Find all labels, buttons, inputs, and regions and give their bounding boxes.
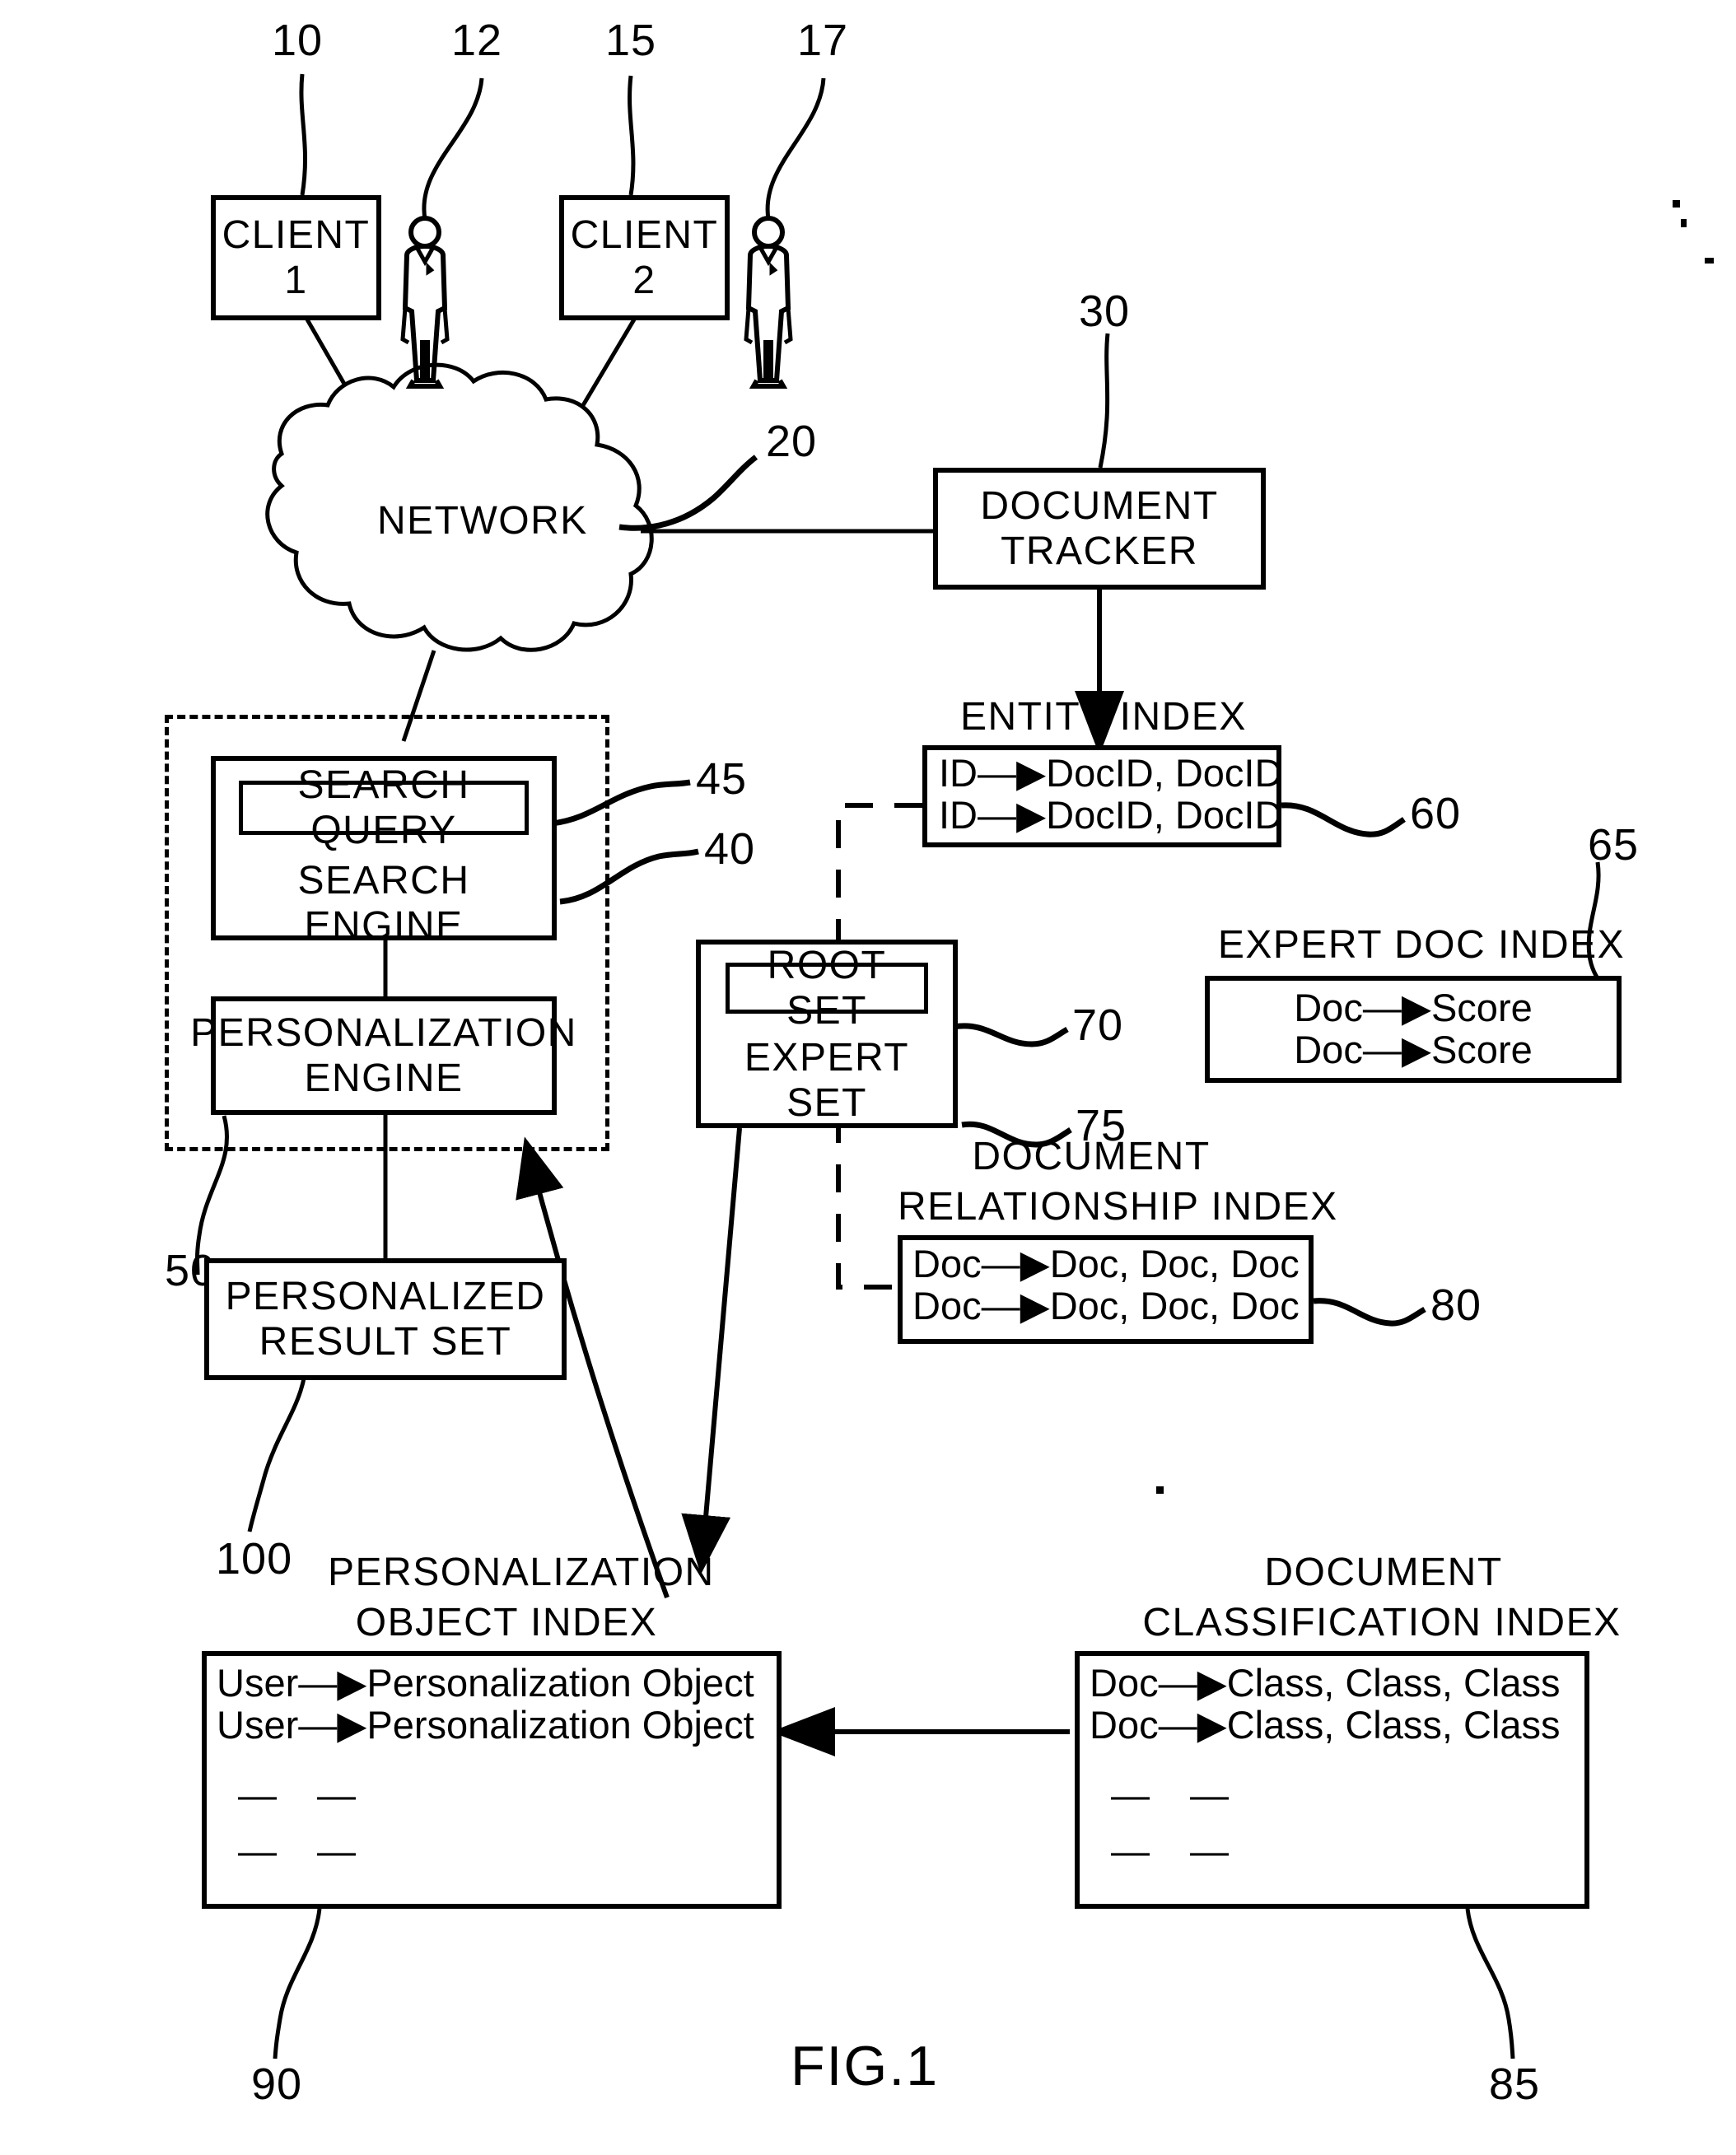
personalization-object-index-row: User—▶Personalization Object	[217, 1702, 754, 1747]
client-2-box[interactable]: CLIENT 2	[559, 195, 730, 320]
root-set-field[interactable]: ROOT SET	[726, 944, 928, 1033]
leader-80	[1313, 1298, 1426, 1327]
expert-set-label: EXPERT SET	[744, 1036, 910, 1125]
personalized-result-set-box[interactable]: PERSONALIZED RESULT SET	[204, 1258, 567, 1380]
ref-numeral-12: 12	[451, 16, 503, 65]
ref-numeral-65: 65	[1588, 820, 1640, 870]
ref-numeral-60: 60	[1410, 789, 1462, 838]
document-relationship-index-caption-line2: RELATIONSHIP INDEX	[898, 1185, 1338, 1229]
document-classification-index-ellipsis-row: — —	[1111, 1772, 1244, 1817]
search-engine-label: SEARCH ENGINE	[297, 859, 470, 948]
client-2-label-line1: CLIENT	[570, 213, 719, 257]
client-1-label-line1: CLIENT	[222, 213, 371, 257]
document-classification-index-box: Doc—▶Class, Class, Class Doc—▶Class, Cla…	[1075, 1651, 1589, 1909]
scan-speckle	[1673, 200, 1680, 208]
scan-speckle	[1705, 258, 1714, 264]
personalization-object-index-ellipsis-row: — —	[238, 1829, 371, 1873]
leader-90	[273, 1908, 322, 2059]
leader-30	[1098, 333, 1110, 469]
link-setbox-personalizationobjectindex	[681, 1127, 742, 1574]
ref-numeral-10: 10	[272, 16, 324, 65]
client-2-label-line2: 2	[632, 259, 656, 302]
personalization-object-index-box: User—▶Personalization Object User—▶Perso…	[202, 1651, 782, 1909]
leader-70	[953, 1023, 1069, 1047]
expert-doc-index-box: Doc—▶Score Doc—▶Score	[1205, 976, 1622, 1083]
document-tracker-label-line2: TRACKER	[1001, 529, 1198, 573]
ref-numeral-30: 30	[1079, 287, 1131, 336]
document-tracker-box[interactable]: DOCUMENT TRACKER	[933, 468, 1266, 590]
personalization-engine-label-line2: ENGINE	[304, 1057, 464, 1100]
user-icon-2	[744, 216, 793, 389]
document-classification-index-row: Doc—▶Class, Class, Class	[1090, 1661, 1561, 1705]
personalization-object-index-ellipsis-row: — —	[238, 1772, 371, 1817]
ref-numeral-20: 20	[766, 417, 818, 466]
document-relationship-index-row: Doc—▶Doc, Doc, Doc	[912, 1242, 1300, 1285]
client-1-label-line2: 1	[284, 259, 308, 302]
leader-15	[628, 75, 636, 196]
user-icon-1	[400, 216, 450, 389]
personalization-object-index-caption-line2: OBJECT INDEX	[355, 1601, 658, 1644]
dashed-bus-lower	[836, 1115, 898, 1290]
entity-index-row: ID—▶DocID, DocID	[939, 792, 1283, 837]
document-classification-index-caption-line1: DOCUMENT	[1264, 1551, 1503, 1594]
ref-numeral-15: 15	[605, 16, 657, 65]
expert-doc-index-caption: EXPERT DOC INDEX	[1217, 923, 1626, 967]
ref-numeral-90: 90	[251, 2059, 303, 2109]
figure-title: FIG.1	[791, 2035, 940, 2097]
personalization-engine-label-line1: PERSONALIZATION	[190, 1011, 577, 1055]
document-relationship-index-row: Doc—▶Doc, Doc, Doc	[912, 1283, 1300, 1327]
search-query-label: SEARCH QUERY	[297, 763, 470, 852]
ref-numeral-100: 100	[216, 1534, 293, 1584]
document-relationship-index-caption-line1: DOCUMENT	[972, 1135, 1211, 1178]
personalization-object-index-row: User—▶Personalization Object	[217, 1661, 754, 1705]
ref-numeral-85: 85	[1489, 2059, 1541, 2109]
document-relationship-index-box: Doc—▶Doc, Doc, Doc Doc—▶Doc, Doc, Doc	[898, 1235, 1314, 1344]
patent-figure-1: 10 12 15 17 20 30 45 40 60 65 70 75 80 5…	[0, 0, 1736, 2155]
document-classification-index-ellipsis-row: — —	[1111, 1829, 1244, 1873]
personalized-result-set-label-line1: PERSONALIZED	[225, 1275, 546, 1318]
ref-numeral-70: 70	[1072, 1001, 1124, 1050]
ref-numeral-40: 40	[704, 824, 756, 874]
entity-index-box: ID—▶DocID, DocID ID—▶DocID, DocID	[922, 745, 1283, 847]
leader-17	[765, 77, 826, 220]
scan-speckle	[1681, 219, 1687, 227]
personalization-object-index-caption-line1: PERSONALIZATION	[328, 1551, 715, 1594]
document-classification-index-caption-line2: CLASSIFICATION INDEX	[1142, 1601, 1622, 1644]
client-1-box[interactable]: CLIENT 1	[211, 195, 381, 320]
leader-85	[1465, 1908, 1515, 2059]
leader-12	[422, 77, 484, 220]
ref-numeral-45: 45	[696, 754, 748, 804]
leader-60	[1281, 802, 1406, 837]
ref-numeral-17: 17	[797, 16, 849, 65]
document-tracker-label-line1: DOCUMENT	[980, 484, 1219, 528]
search-engine-box[interactable]: SEARCH QUERY SEARCH ENGINE	[211, 756, 557, 948]
personalized-result-set-label-line2: RESULT SET	[259, 1320, 512, 1364]
expert-doc-index-row: Doc—▶Score	[1294, 1028, 1533, 1071]
leader-10	[299, 73, 307, 196]
root-expert-set-box[interactable]: ROOT SET EXPERT SET	[696, 940, 958, 1128]
network-label: NETWORK	[377, 499, 588, 543]
expert-doc-index-row: Doc—▶Score	[1294, 986, 1533, 1030]
personalization-engine-box[interactable]: PERSONALIZATION ENGINE	[190, 996, 576, 1115]
search-query-field[interactable]: SEARCH QUERY	[239, 763, 529, 852]
root-set-label: ROOT SET	[767, 944, 887, 1033]
scan-speckle	[1156, 1486, 1164, 1494]
document-classification-index-row: Doc—▶Class, Class, Class	[1090, 1702, 1561, 1747]
entity-index-row: ID—▶DocID, DocID	[939, 751, 1283, 795]
entity-index-caption: ENTITY INDEX	[960, 695, 1247, 739]
ref-numeral-80: 80	[1430, 1280, 1482, 1330]
